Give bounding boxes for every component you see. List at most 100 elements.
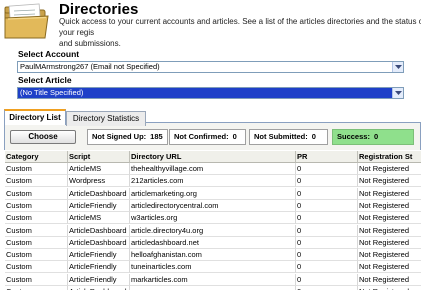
cell-pr: 0 [296, 261, 358, 274]
cell-script: ArticleFriendly [68, 273, 130, 286]
not-confirmed-label: Not Confirmed: [174, 132, 229, 141]
not-signed-up-count: 185 [150, 132, 163, 141]
cell-registration-status: Not Registered [358, 237, 421, 249]
cell-script: Wordpress [68, 175, 130, 188]
cell-directory-url: helloafghanistan.com [130, 249, 296, 262]
cell-script: ArticleDashboard [68, 187, 130, 200]
column-header-script[interactable]: Script [68, 151, 130, 163]
table-row[interactable]: Custom Wordpress 212articles.com 0 Not Regis… [4, 175, 421, 188]
cell-category: Custom [5, 273, 68, 286]
article-select-value: (No Title Specified) [20, 88, 84, 97]
article-dropdown-button[interactable] [392, 88, 403, 98]
cell-script: ArticleMS [68, 212, 130, 225]
table-row[interactable]: Custom ArticleDashboard article.directory4… [4, 224, 421, 237]
page-header: Directories Quick access to your current… [0, 0, 421, 48]
table-row[interactable]: Custom ArticleDashboard articlemarketing.o… [4, 187, 421, 200]
tab-directory-statistics[interactable]: Directory Statistics [66, 111, 146, 126]
table-row[interactable]: Custom ArticleMS w3articles.org 0 Not Regist… [4, 212, 421, 225]
cell-pr: 0 [296, 163, 358, 175]
cell-script: ArticleFriendly [68, 261, 130, 274]
cell-registration-status: Not Registered [358, 175, 421, 188]
cell-registration-status: Not Registered [358, 212, 421, 225]
table-row[interactable]: Custom ArticleDashboard articledashboard.n… [4, 236, 421, 249]
cell-script: ArticleFriendly [68, 199, 130, 212]
cell-pr: 0 [296, 224, 358, 237]
not-submitted-status: Not Submitted: 0 [249, 129, 328, 145]
cell-registration-status: Not Registered [358, 188, 421, 200]
cell-directory-url: articledashboard.net [130, 236, 296, 249]
cell-registration-status: Not Registered [358, 274, 421, 286]
cell-directory-url: tuneinarticles.com [130, 261, 296, 274]
not-submitted-count: 0 [311, 132, 316, 141]
column-header-category[interactable]: Category [5, 151, 68, 163]
cell-category: Custom [5, 236, 68, 249]
cell-registration-status: Not Registered [358, 163, 421, 175]
folder-icon [4, 3, 49, 39]
cell-registration-status: Not Registered [358, 225, 421, 237]
table-row[interactable]: Custom ArticleMS thehealthyvillage.com 0 Not… [4, 163, 421, 175]
cell-script: ArticleDashboard [68, 286, 130, 290]
cell-category: Custom [5, 163, 68, 175]
cell-category: Custom [5, 199, 68, 212]
directory-table: Category Script Directory URL PR Registr… [4, 150, 421, 290]
cell-category: Custom [5, 224, 68, 237]
not-confirmed-count: 0 [232, 132, 237, 141]
cell-category: Custom [5, 175, 68, 188]
cell-pr: 0 [296, 187, 358, 200]
chevron-down-icon [395, 91, 402, 95]
not-signed-up-status: Not Signed Up: 185 [87, 129, 168, 145]
not-submitted-label: Not Submitted: [254, 132, 308, 141]
table-row[interactable]: Custom ArticleFriendly tuneinarticles.com 0… [4, 261, 421, 274]
column-header-directory-url[interactable]: Directory URL [130, 151, 296, 163]
cell-pr: 0 [296, 199, 358, 212]
account-select-value: PaulMArmstrong267 (Email not Specified) [20, 62, 160, 71]
cell-script: ArticleDashboard [68, 236, 130, 249]
success-status: Success: 0 [332, 129, 414, 145]
table-row[interactable]: Custom ArticleFriendly markarticles.com 0 No… [4, 273, 421, 286]
page-description: Quick access to your current accounts an… [59, 17, 421, 48]
success-label: Success: [337, 132, 370, 141]
cell-pr: 0 [296, 236, 358, 249]
chevron-down-icon [395, 65, 402, 69]
not-confirmed-status: Not Confirmed: 0 [169, 129, 246, 145]
cell-directory-url: articlemarketing.org [130, 187, 296, 200]
article-label: Select Article [18, 75, 72, 85]
article-select[interactable]: (No Title Specified) [17, 87, 404, 99]
cell-directory-url [130, 286, 296, 290]
account-label: Select Account [18, 49, 80, 59]
cell-directory-url: w3articles.org [130, 212, 296, 225]
cell-directory-url: markarticles.com [130, 273, 296, 286]
cell-script: ArticleMS [68, 163, 130, 175]
cell-pr: 0 [296, 212, 358, 225]
success-count: 0 [373, 132, 379, 141]
cell-script: ArticleFriendly [68, 249, 130, 262]
table-row[interactable]: CustomArticleDashboard 0Not Registered [4, 286, 421, 290]
account-select[interactable]: PaulMArmstrong267 (Email not Specified) [17, 61, 404, 73]
cell-pr: 0 [296, 286, 358, 290]
cell-registration-status: Not Registered [358, 261, 421, 274]
cell-registration-status: Not Registered [358, 249, 421, 262]
table-row[interactable]: Custom ArticleFriendly articledirectorycen… [4, 199, 421, 212]
tab-directory-list[interactable]: Directory List [4, 109, 66, 125]
cell-directory-url: article.directory4u.org [130, 224, 296, 237]
account-dropdown-button[interactable] [392, 62, 403, 72]
not-signed-up-label: Not Signed Up: [92, 132, 147, 141]
column-header-pr[interactable]: PR [296, 151, 358, 163]
cell-category: Custom [5, 249, 68, 262]
cell-category: Custom [5, 187, 68, 200]
cell-pr: 0 [296, 175, 358, 188]
cell-pr: 0 [296, 249, 358, 262]
cell-category: Custom [5, 286, 68, 290]
cell-directory-url: 212articles.com [130, 175, 296, 188]
cell-category: Custom [5, 261, 68, 274]
table-row[interactable]: Custom ArticleFriendly helloafghanistan.co… [4, 249, 421, 262]
cell-registration-status: Not Registered [358, 200, 421, 212]
table-header-row: Category Script Directory URL PR Registr… [4, 151, 421, 163]
cell-registration-status: Not Registered [358, 286, 421, 290]
cell-script: ArticleDashboard [68, 224, 130, 237]
cell-directory-url: thehealthyvillage.com [130, 163, 296, 175]
cell-pr: 0 [296, 273, 358, 286]
column-header-registration-status[interactable]: Registration St [358, 151, 421, 163]
choose-button[interactable]: Choose [10, 130, 76, 144]
cell-directory-url: articledirectorycentral.com [130, 199, 296, 212]
